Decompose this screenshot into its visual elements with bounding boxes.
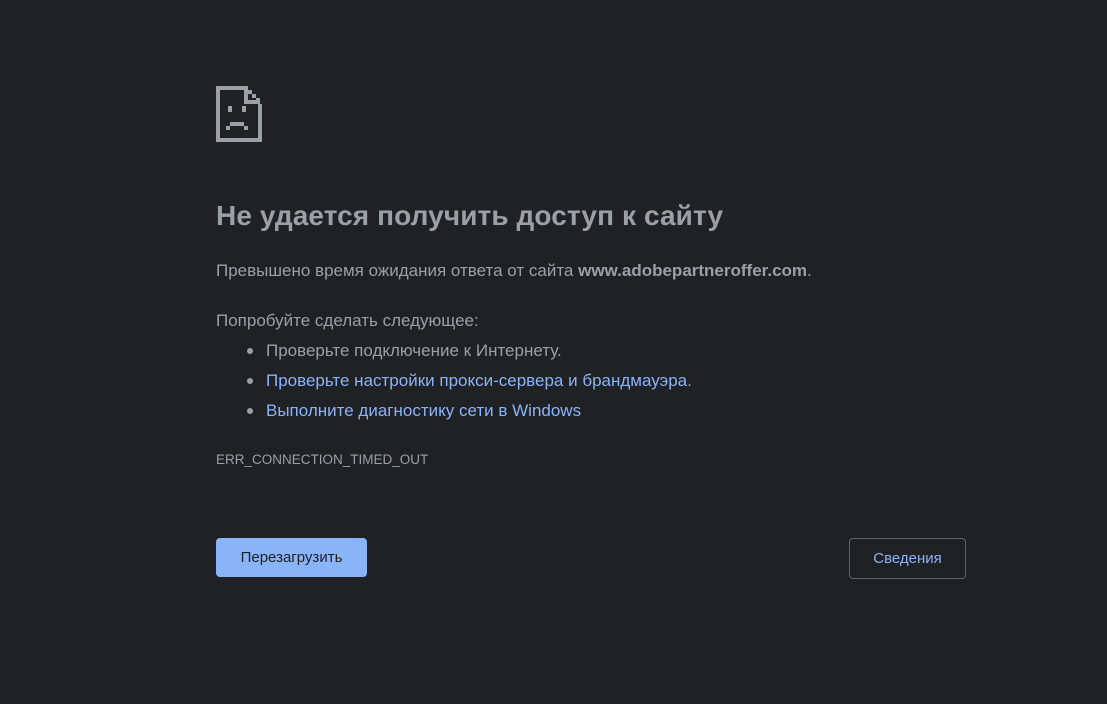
suggestions-heading: Попробуйте сделать следующее: xyxy=(216,311,479,330)
sad-page-icon xyxy=(216,86,262,142)
summary-suffix: . xyxy=(807,261,812,280)
suggestion-check-proxy: Проверьте настройки прокси-сервера и бра… xyxy=(216,371,692,401)
bullet-icon xyxy=(247,408,253,414)
suggestion-run-diagnostics: Выполните диагностику сети в Windows xyxy=(216,401,692,431)
details-button[interactable]: Сведения xyxy=(849,538,966,579)
suggestion-suffix: . xyxy=(687,371,692,390)
error-code: ERR_CONNECTION_TIMED_OUT xyxy=(216,452,429,467)
error-summary: Превышено время ожидания ответа от сайта… xyxy=(216,261,812,281)
bullet-icon xyxy=(247,378,253,384)
site-host: www.adobepartneroffer.com xyxy=(578,261,808,280)
reload-button[interactable]: Перезагрузить xyxy=(216,538,367,577)
proxy-settings-link[interactable]: Проверьте настройки прокси-сервера и бра… xyxy=(266,371,687,390)
summary-prefix: Превышено время ожидания ответа от сайта xyxy=(216,261,579,280)
bullet-icon xyxy=(247,348,253,354)
page-title: Не удается получить доступ к сайту xyxy=(216,200,724,231)
suggestion-check-connection: Проверьте подключение к Интернету. xyxy=(216,341,692,371)
suggestion-text: Проверьте подключение к Интернету. xyxy=(266,341,562,360)
error-page: Не удается получить доступ к сайту Превы… xyxy=(0,0,1107,704)
suggestions-list: Проверьте подключение к Интернету. Прове… xyxy=(216,341,692,431)
network-diagnostics-link[interactable]: Выполните диагностику сети в Windows xyxy=(266,401,581,420)
